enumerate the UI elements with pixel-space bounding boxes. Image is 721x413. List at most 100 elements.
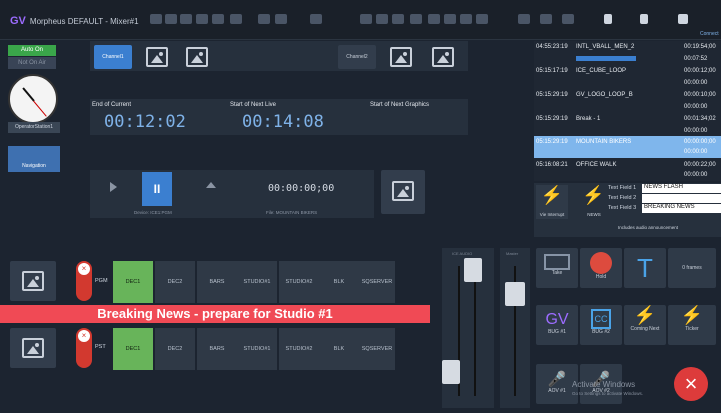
row-time: 05:15:29:19 — [536, 92, 568, 98]
pst-source-button[interactable]: DEC1 — [113, 328, 153, 370]
take-icon — [544, 254, 570, 270]
pst-source-button[interactable]: SQSERVER — [359, 328, 395, 370]
pst-source-button[interactable]: BARS — [197, 328, 237, 370]
sort-icon[interactable] — [476, 14, 488, 24]
pst-source-button[interactable]: DEC2 — [155, 328, 195, 370]
hold-button[interactable]: Hold — [580, 248, 622, 288]
master-label: Master — [506, 251, 519, 256]
coming-next-button[interactable]: ⚡ Coming Next — [624, 305, 666, 345]
layout-icon[interactable] — [376, 14, 388, 24]
forward-icon[interactable] — [518, 14, 530, 24]
eject-icon[interactable] — [206, 182, 216, 188]
text-field-1-input[interactable]: NEWS FLASH — [642, 184, 721, 193]
row-time: 04:55:23:19 — [536, 44, 568, 50]
pst-source-button[interactable]: STUDIO#2 — [279, 328, 319, 370]
text-field-2-input[interactable] — [642, 194, 721, 203]
pgm-source-button[interactable]: BARS — [197, 261, 237, 303]
image-icon[interactable] — [186, 47, 208, 67]
play-icon[interactable] — [110, 182, 117, 192]
lock-icon[interactable] — [150, 14, 162, 24]
cc-icon: CC — [591, 309, 611, 329]
operator-station[interactable]: OperatorStation1 — [8, 122, 60, 133]
bug1-button[interactable]: GV BUG #1 — [536, 305, 578, 345]
take-button[interactable]: Take — [536, 248, 578, 288]
close-icon[interactable]: × — [78, 263, 90, 275]
pst-source-button[interactable]: BLK — [319, 328, 359, 370]
pgm-source-button[interactable]: STUDIO#2 — [279, 261, 319, 303]
frames-selector[interactable]: 0 frames — [668, 248, 716, 288]
pgm-source-button[interactable]: DEC1 — [113, 261, 153, 303]
page-icon[interactable] — [410, 14, 422, 24]
key-icon[interactable] — [360, 14, 372, 24]
row-remaining: 00:00:00 — [684, 172, 708, 178]
pst-image-button[interactable] — [10, 328, 56, 368]
start-of-next-graphics-label: Start of Next Graphics — [370, 102, 430, 108]
pgm-source-button[interactable]: DEC2 — [155, 261, 195, 303]
edit-icon[interactable] — [604, 14, 612, 24]
play-icon[interactable] — [310, 14, 322, 24]
image-icon[interactable] — [146, 47, 168, 67]
seq-icon[interactable] — [196, 14, 208, 24]
transport-panel: II 00:00:00;00 Device: ICE1:PGM File: MO… — [90, 170, 374, 218]
layer-icon[interactable] — [392, 14, 404, 24]
fader-knob[interactable] — [442, 360, 460, 384]
grab-icon[interactable] — [180, 14, 192, 24]
close-icon[interactable]: × — [78, 330, 90, 342]
undo-icon[interactable] — [258, 14, 270, 24]
image-icon[interactable] — [390, 47, 412, 67]
channel2-button[interactable]: Channel2 — [338, 45, 376, 69]
hold-icon — [590, 252, 612, 274]
pst-toggle[interactable]: × — [76, 328, 92, 368]
channel1-button[interactable]: Channel1 — [94, 45, 132, 69]
text-field-3-input[interactable]: BREAKING NEWS — [642, 204, 721, 213]
pst-bus: DEC1 DEC2 BARS STUDIO#1 STUDIO#2 BLK SQS… — [113, 328, 395, 370]
row-name: ICE_CUBE_LOOP — [576, 68, 627, 74]
text-fields-panel: ⚡ Vie Interrupt ⚡ NEWS Text Field 1 NEWS… — [534, 183, 721, 237]
pgm-image-button[interactable] — [10, 261, 56, 301]
app-title: GV Morpheus DEFAULT - Mixer#1 — [10, 15, 139, 27]
hand-icon[interactable] — [640, 14, 648, 24]
bar-icon[interactable] — [444, 14, 456, 24]
close-icon[interactable]: × — [674, 367, 708, 401]
pause-button[interactable]: II — [142, 172, 172, 206]
playlist-row-0[interactable]: 04:55:23:19 INTL_VBALL_MEN_2 00:19:54;00 — [534, 41, 721, 53]
vie-interrupt-label: Vie Interrupt — [539, 212, 565, 217]
clock-second-hand — [33, 100, 47, 117]
ticker-button[interactable]: ⚡ Ticker — [668, 305, 716, 345]
playlist-row-2[interactable]: 05:15:29:19 GV_LOGO_LOOP_B 00:00:10;00 — [534, 89, 721, 101]
pst-source-button[interactable]: STUDIO#1 — [237, 328, 277, 370]
pgm-source-button[interactable]: SQSERVER — [359, 261, 395, 303]
image-icon — [22, 271, 44, 291]
navigation-button[interactable]: Navigation — [8, 146, 60, 172]
time-icon[interactable] — [165, 14, 177, 24]
playlist-row-1[interactable]: 05:15:17:19 ICE_CUBE_LOOP 00:00:12;00 — [534, 65, 721, 77]
playlist-row-3[interactable]: 05:15:29:19 Break - 1 00:01:34;02 — [534, 113, 721, 125]
row-time: 05:16:08:21 — [536, 162, 568, 168]
text-t-icon[interactable]: T — [624, 248, 666, 288]
row-name: OFFICE WALK — [576, 162, 617, 168]
bug2-button[interactable]: CC BUG #2 — [580, 305, 622, 345]
auto-on-button[interactable]: Auto On — [8, 45, 56, 56]
zoom-icon[interactable] — [678, 14, 688, 24]
fader-knob[interactable] — [464, 258, 482, 282]
refresh-icon[interactable] — [562, 14, 574, 24]
pgm-label: PGM — [95, 278, 108, 284]
playlist-row-4-selected[interactable]: 05:15:29:19 MOUNTAIN BIKERS 00:00:00;00 00:… — [534, 136, 721, 158]
graphic-preview[interactable] — [381, 170, 425, 214]
device-label: Device: ICE1:PGM — [134, 210, 172, 215]
pgm-toggle[interactable]: × — [76, 261, 92, 301]
image-icon[interactable] — [432, 47, 454, 67]
transport-timecode: 00:00:00;00 — [268, 183, 335, 194]
audio-icon[interactable] — [230, 14, 242, 24]
source-icon[interactable] — [212, 14, 224, 24]
pgm-source-button[interactable]: BLK — [319, 261, 359, 303]
reset-icon[interactable] — [540, 14, 552, 24]
redo-icon[interactable] — [275, 14, 287, 24]
row-remaining: 00:00:00 — [684, 80, 708, 86]
grid-icon[interactable] — [428, 14, 440, 24]
lightning-icon: ⚡ — [633, 305, 657, 325]
fader-knob[interactable] — [505, 282, 525, 306]
lightning-icon: ⚡ — [680, 305, 704, 325]
pgm-source-button[interactable]: STUDIO#1 — [237, 261, 277, 303]
text-icon[interactable] — [460, 14, 472, 24]
